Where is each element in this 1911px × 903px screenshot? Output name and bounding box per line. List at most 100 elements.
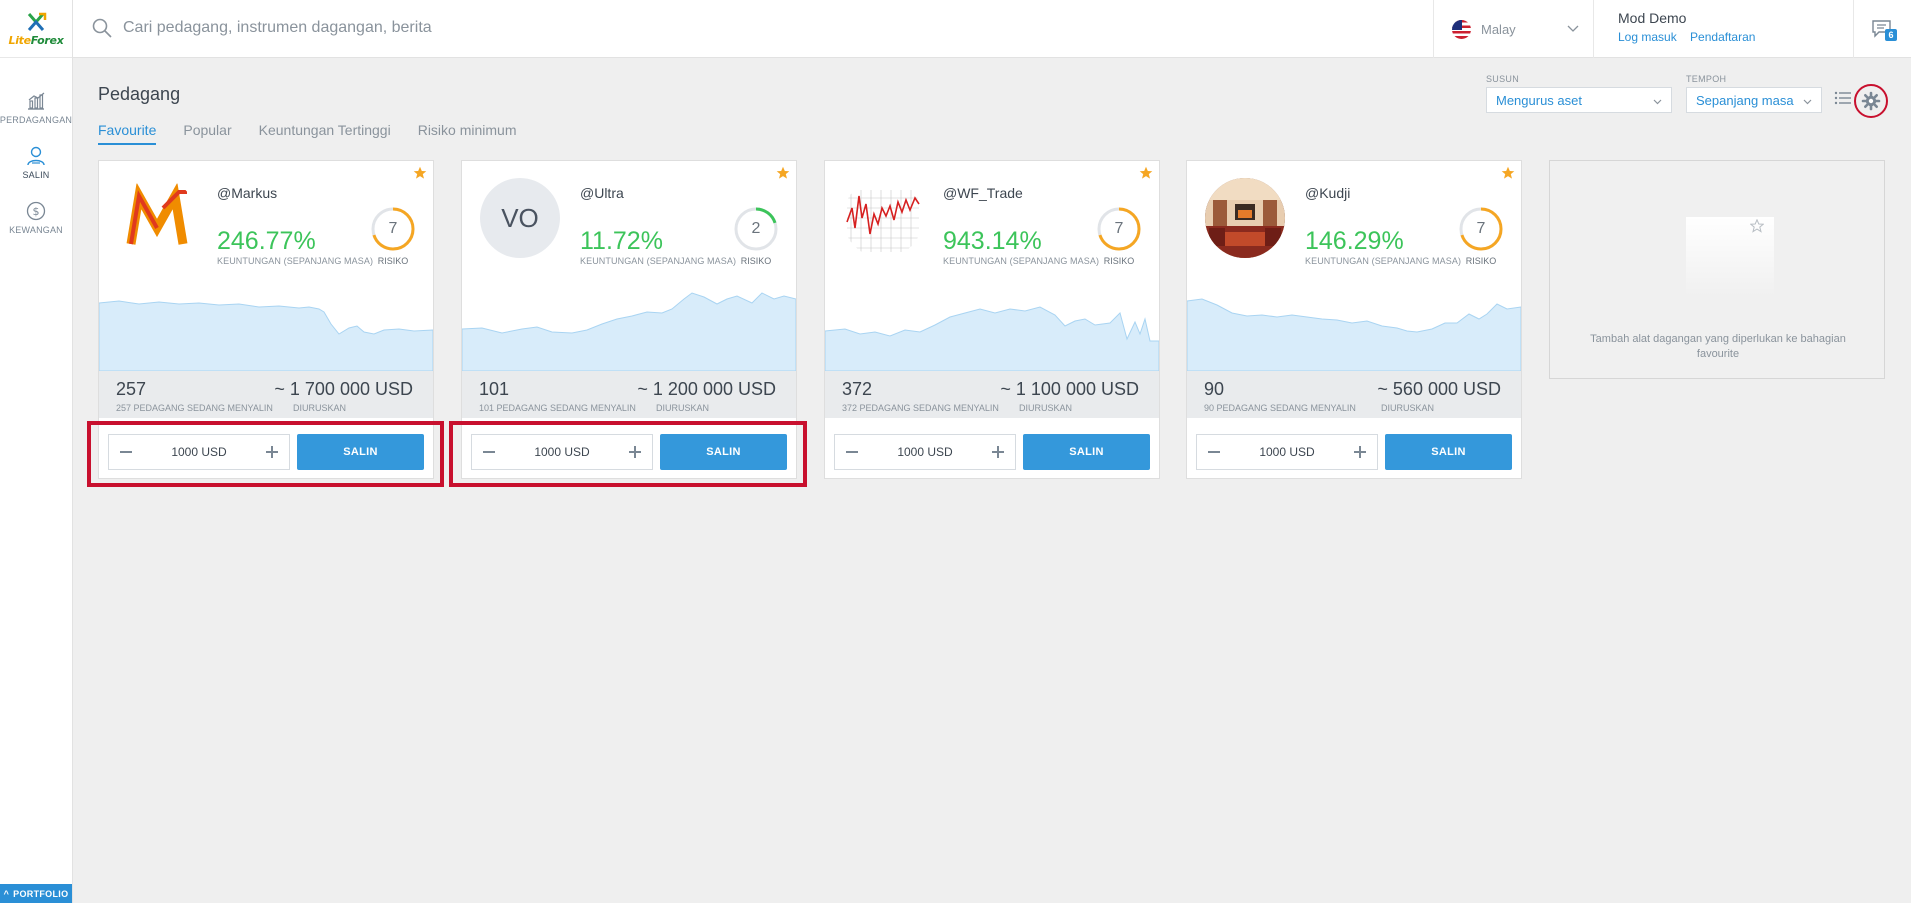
nav-label-trading: PERDAGANGAN <box>0 115 73 125</box>
copy-button[interactable]: SALIN <box>1385 434 1512 470</box>
trader-stats: 90 90 PEDAGANG SEDANG MENYALIN ~ 560 000… <box>1187 371 1521 418</box>
managed-amount: ~ 1 700 000 USD <box>274 379 413 399</box>
favourite-star-icon[interactable] <box>1501 166 1515 180</box>
profit-sparkline <box>462 292 796 371</box>
malaysia-flag-icon <box>1452 19 1471 39</box>
amount-input[interactable]: 1000 USD <box>1231 435 1343 469</box>
copiers-label: 257 PEDAGANG SEDANG MENYALIN <box>116 403 273 413</box>
managed-label: DIURUSKAN <box>1381 403 1435 413</box>
portfolio-button[interactable]: ^ PORTFOLIO <box>0 884 72 903</box>
trader-stats: 257 257 PEDAGANG SEDANG MENYALIN ~ 1 700… <box>99 371 433 418</box>
profit-sparkline <box>825 306 1159 371</box>
trader-name[interactable]: @Kudji <box>1305 185 1350 201</box>
profit-value: 146.29% <box>1305 227 1404 255</box>
managed-label: DIURUSKAN <box>656 403 710 413</box>
trader-card-kudji: @Kudji 146.29% KEUNTUNGAN (SEPANJANG MAS… <box>1186 160 1522 479</box>
managed-label: DIURUSKAN <box>293 403 347 413</box>
highlight-box <box>449 421 807 487</box>
tab-minimum-risk[interactable]: Risiko minimum <box>418 122 517 145</box>
chevron-down-icon <box>1803 99 1812 105</box>
sort-value: Mengurus aset <box>1496 93 1582 108</box>
risk-score: 7 <box>1476 220 1486 237</box>
chart-icon <box>28 92 45 110</box>
profit-label: KEUNTUNGAN (SEPANJANG MASA) <box>217 256 374 266</box>
profit-label: KEUNTUNGAN (SEPANJANG MASA) <box>943 256 1100 266</box>
profit-label: KEUNTUNGAN (SEPANJANG MASA) <box>1305 256 1462 266</box>
trader-name[interactable]: @WF_Trade <box>943 185 1023 201</box>
chevron-down-icon <box>1567 25 1579 32</box>
profit-value: 11.72% <box>580 227 663 255</box>
avatar[interactable]: VO <box>480 178 560 258</box>
avatar-initials: VO <box>501 202 539 233</box>
copiers-count: 372 <box>842 379 873 399</box>
amount-input[interactable]: 1000 USD <box>869 435 981 469</box>
tab-popular[interactable]: Popular <box>183 122 231 145</box>
user-copy-icon <box>27 146 45 166</box>
minus-icon <box>1208 451 1220 453</box>
nav-item-finance[interactable]: $ KEWANGAN <box>0 200 72 235</box>
plus-icon <box>992 446 1004 458</box>
top-header: Malay Mod Demo Log masuk Pendaftaran 6 <box>73 0 1911 58</box>
logo-text: LiteForex <box>8 33 64 47</box>
trader-name[interactable]: @Ultra <box>580 185 624 201</box>
profit-label: KEUNTUNGAN (SEPANJANG MASA) <box>580 256 737 266</box>
copy-button[interactable]: SALIN <box>1023 434 1150 470</box>
copiers-count: 90 <box>1204 379 1225 399</box>
avatar[interactable] <box>117 178 197 258</box>
account-mode: Mod Demo <box>1618 10 1687 26</box>
add-favourite-text: Tambah alat dagangan yang diperlukan ke … <box>1590 333 1846 360</box>
sort-label: SUSUN <box>1486 74 1520 84</box>
login-link[interactable]: Log masuk <box>1618 30 1677 44</box>
search-icon <box>92 18 112 38</box>
tab-favourite[interactable]: Favourite <box>98 122 157 145</box>
amount-stepper: 1000 USD <box>834 434 1016 470</box>
risk-label: RISIKO <box>1103 256 1135 266</box>
managed-amount: ~ 1 200 000 USD <box>637 379 776 399</box>
dollar-icon: $ <box>26 201 46 221</box>
register-link[interactable]: Pendaftaran <box>1690 30 1755 44</box>
portfolio-label: PORTFOLIO <box>13 888 69 899</box>
favourite-star-icon[interactable] <box>776 166 790 180</box>
svg-text:$: $ <box>33 205 40 218</box>
period-label: TEMPOH <box>1686 74 1727 84</box>
markus-logo-icon <box>126 182 188 245</box>
account-panel: Mod Demo Log masuk Pendaftaran <box>1593 0 1853 58</box>
amount-stepper: 1000 USD <box>1196 434 1378 470</box>
trader-name[interactable]: @Markus <box>217 185 277 201</box>
risk-label: RISIKO <box>377 256 409 266</box>
search-input[interactable] <box>123 12 1023 44</box>
favourite-star-icon[interactable] <box>1139 166 1153 180</box>
avatar[interactable] <box>1205 178 1285 258</box>
settings-button[interactable] <box>1854 84 1888 118</box>
messages-button[interactable]: 6 <box>1853 0 1911 58</box>
copiers-label: 101 PEDAGANG SEDANG MENYALIN <box>479 403 636 413</box>
risk-label: RISIKO <box>740 256 772 266</box>
decrease-amount-button[interactable] <box>1197 435 1231 469</box>
trader-stats: 101 101 PEDAGANG SEDANG MENYALIN ~ 1 200… <box>462 371 796 418</box>
left-sidebar: LiteForex PERDAGANGAN SALIN $ KEWANGAN ^… <box>0 0 73 903</box>
sort-select[interactable]: Mengurus aset <box>1486 87 1672 113</box>
increase-amount-button[interactable] <box>981 435 1015 469</box>
language-selector[interactable]: Malay <box>1433 0 1593 58</box>
increase-amount-button[interactable] <box>1343 435 1377 469</box>
managed-amount: ~ 1 100 000 USD <box>1000 379 1139 399</box>
favourite-star-icon[interactable] <box>413 166 427 180</box>
risk-score: 7 <box>388 220 398 237</box>
message-count-badge: 6 <box>1885 29 1897 41</box>
nav-item-copy[interactable]: SALIN <box>0 145 72 180</box>
room-photo-icon <box>1205 178 1285 258</box>
tab-bar: Favourite Popular Keuntungan Tertinggi R… <box>98 122 544 145</box>
avatar[interactable] <box>843 178 923 258</box>
profit-value: 246.77% <box>217 227 316 255</box>
trader-card-wf-trade: @WF_Trade 943.14% KEUNTUNGAN (SEPANJANG … <box>824 160 1160 479</box>
nav-item-trading[interactable]: PERDAGANGAN <box>0 90 72 125</box>
managed-label: DIURUSKAN <box>1019 403 1073 413</box>
logo[interactable]: LiteForex <box>0 0 72 58</box>
nav-label-copy: SALIN <box>22 170 50 180</box>
list-view-icon[interactable] <box>1834 90 1852 106</box>
chevron-up-icon: ^ <box>3 888 10 899</box>
decrease-amount-button[interactable] <box>835 435 869 469</box>
minus-icon <box>846 451 858 453</box>
period-select[interactable]: Sepanjang masa <box>1686 87 1822 113</box>
tab-highest-profit[interactable]: Keuntungan Tertinggi <box>259 122 391 145</box>
